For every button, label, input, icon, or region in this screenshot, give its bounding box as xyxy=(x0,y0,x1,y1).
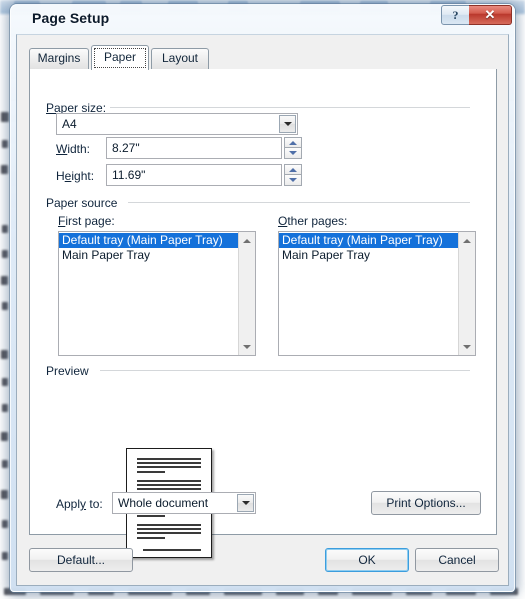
other-pages-label: Other pages: xyxy=(278,214,348,228)
preview-text-line xyxy=(137,462,201,464)
list-item[interactable]: Default tray (Main Paper Tray) xyxy=(59,233,238,248)
first-page-label: First page: xyxy=(58,214,115,228)
paper-source-group-rule xyxy=(128,202,470,203)
preview-text-line xyxy=(137,458,201,460)
print-options-button[interactable]: Print Options... xyxy=(371,491,481,515)
blurred-text xyxy=(1,350,8,359)
scroll-up-arrow-icon[interactable] xyxy=(239,232,255,249)
apply-to-label-b: to: xyxy=(86,497,103,511)
paper-tab-page: PapePaper size:r size: A4 Width: 8.27" H… xyxy=(29,69,497,558)
help-button[interactable]: ? xyxy=(441,5,470,25)
apply-to-value: Whole document xyxy=(118,496,209,510)
page-setup-dialog: Page Setup ? ✕ Margins Paper Layout Pape… xyxy=(10,4,515,592)
width-label-text: idth: xyxy=(67,142,91,156)
other-pages-items: Default tray (Main Paper Tray) Main Pape… xyxy=(279,232,458,355)
ok-label: OK xyxy=(358,553,376,567)
preview-group-label: Preview xyxy=(42,364,93,378)
height-label-b: ight: xyxy=(71,169,95,183)
blurred-text xyxy=(1,490,8,499)
preview-text-line xyxy=(137,466,201,468)
tab-strip: Margins Paper Layout xyxy=(29,45,497,70)
tab-margins-label: Margins xyxy=(37,51,81,65)
width-input[interactable]: 8.27" xyxy=(106,137,282,159)
height-input[interactable]: 11.69" xyxy=(106,164,282,186)
preview-text-line xyxy=(137,537,165,539)
blurred-text xyxy=(2,302,8,310)
height-spinner[interactable] xyxy=(284,164,302,186)
paper-size-combo[interactable]: A4 xyxy=(56,113,298,135)
question-mark-icon: ? xyxy=(452,8,459,22)
blurred-text xyxy=(2,140,8,148)
first-page-items: Default tray (Main Paper Tray) Main Pape… xyxy=(59,232,238,355)
preview-text-line xyxy=(137,484,201,486)
tab-layout[interactable]: Layout xyxy=(151,48,209,69)
list-item[interactable]: Main Paper Tray xyxy=(279,248,458,263)
first-page-listbox[interactable]: Default tray (Main Paper Tray) Main Pape… xyxy=(58,231,256,356)
close-x-icon: ✕ xyxy=(484,7,496,22)
blurred-text xyxy=(1,165,8,174)
paper-size-value: A4 xyxy=(62,117,77,131)
blurred-text xyxy=(2,520,8,528)
spinner-up-icon[interactable] xyxy=(284,137,302,148)
tab-margins[interactable]: Margins xyxy=(29,48,89,69)
preview-text-line xyxy=(137,528,201,530)
spinner-down-icon[interactable] xyxy=(284,148,302,159)
apply-to-combo[interactable]: Whole document xyxy=(112,492,256,514)
preview-text-line xyxy=(137,488,201,490)
cancel-label: Cancel xyxy=(438,553,476,567)
dialog-title: Page Setup xyxy=(32,10,110,26)
other-pages-listbox[interactable]: Default tray (Main Paper Tray) Main Pape… xyxy=(278,231,476,356)
first-page-scrollbar[interactable] xyxy=(238,232,255,355)
preview-text-line xyxy=(137,480,201,482)
chevron-down-icon[interactable] xyxy=(279,115,296,133)
other-pages-label-text: ther pages: xyxy=(287,214,348,228)
blurred-text xyxy=(1,276,8,285)
spinner-down-icon[interactable] xyxy=(284,175,302,186)
paper-source-group-label: Paper source xyxy=(42,196,122,210)
preview-text-line xyxy=(137,532,201,534)
first-page-label-text: irst page: xyxy=(65,214,115,228)
paper-size-group-rule xyxy=(110,107,470,108)
tab-paper-label: Paper xyxy=(103,50,137,64)
list-item[interactable]: Main Paper Tray xyxy=(59,248,238,263)
width-spinner[interactable] xyxy=(284,137,302,159)
cancel-button[interactable]: Cancel xyxy=(415,548,499,572)
preview-text-line xyxy=(137,515,165,517)
scroll-down-arrow-icon[interactable] xyxy=(459,338,475,355)
blurred-text xyxy=(2,250,8,258)
default-label: Default... xyxy=(56,553,106,567)
default-button[interactable]: Default... xyxy=(29,548,133,572)
blurred-text xyxy=(2,404,8,412)
preview-group-rule xyxy=(100,370,470,371)
preview-text-line xyxy=(137,524,201,526)
close-button[interactable]: ✕ xyxy=(469,5,512,25)
blurred-text xyxy=(1,432,8,441)
blurred-text xyxy=(2,378,8,386)
height-label: Height: xyxy=(56,169,95,183)
scroll-down-arrow-icon[interactable] xyxy=(239,338,255,355)
list-item[interactable]: Default tray (Main Paper Tray) xyxy=(279,233,458,248)
blurred-text xyxy=(2,225,8,233)
tab-layout-label: Layout xyxy=(161,51,199,65)
ok-button[interactable]: OK xyxy=(325,548,409,572)
chevron-down-icon[interactable] xyxy=(237,494,254,512)
spinner-up-icon[interactable] xyxy=(284,164,302,175)
height-label-a: H xyxy=(56,169,65,183)
print-options-label: Print Options... xyxy=(386,496,466,510)
apply-to-label-a: Appl xyxy=(56,497,81,511)
preview-text-line xyxy=(137,471,165,473)
scroll-up-arrow-icon[interactable] xyxy=(459,232,475,249)
tab-paper[interactable]: Paper xyxy=(91,45,149,70)
dialog-title-bar[interactable]: Page Setup ? ✕ xyxy=(10,4,515,34)
preview-text-line xyxy=(143,549,201,551)
dialog-client-area: Margins Paper Layout PapePaper size:r si… xyxy=(16,34,509,586)
other-pages-scrollbar[interactable] xyxy=(458,232,475,355)
blurred-text xyxy=(2,552,8,560)
width-label: Width: xyxy=(56,142,91,156)
blurred-text xyxy=(1,112,9,122)
blurred-text xyxy=(2,460,8,468)
apply-to-label: Apply to: xyxy=(56,497,103,511)
